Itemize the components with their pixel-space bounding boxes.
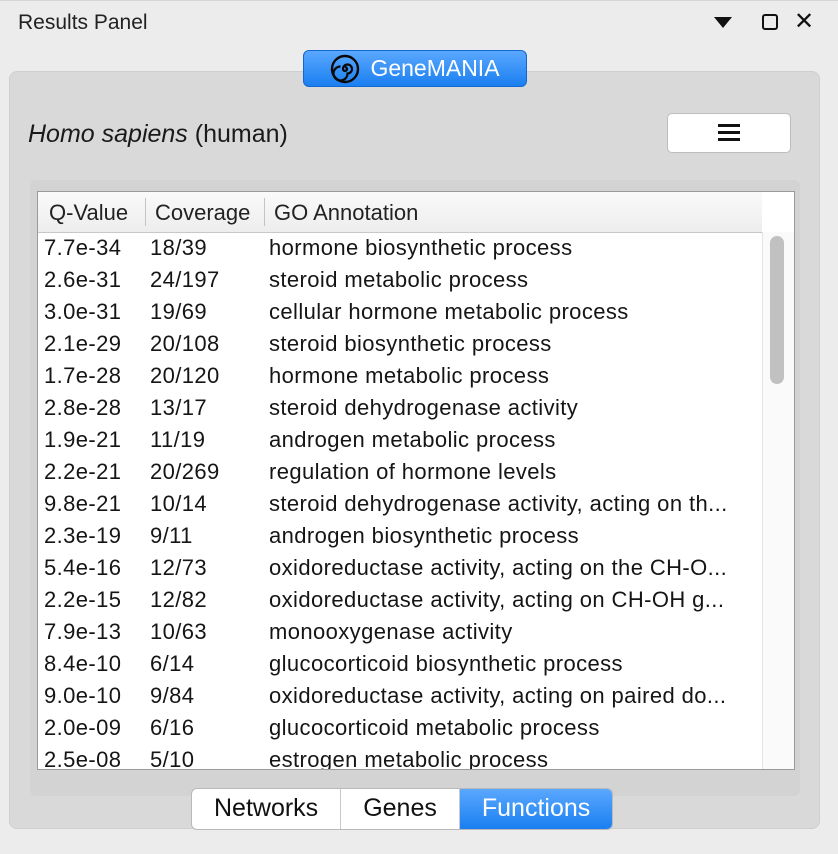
tab-functions[interactable]: Functions	[459, 789, 613, 829]
float-window-icon[interactable]	[762, 14, 778, 30]
coverage-cell: 20/120	[150, 363, 220, 388]
go-annotation-cell: androgen metabolic process	[269, 427, 556, 452]
app-name: GeneMANIA	[370, 55, 500, 81]
column-divider	[264, 198, 265, 226]
column-divider	[145, 198, 146, 226]
table-row[interactable]: 2.0e-09 6/16 glucocorticoid metabolic proc…	[38, 712, 762, 744]
coverage-cell: 5/10	[150, 747, 195, 770]
table-row[interactable]: 2.3e-19 9/11 androgen biosynthetic process	[38, 520, 762, 552]
table-row[interactable]: 2.1e-29 20/108 steroid biosynthetic proces…	[38, 328, 762, 360]
q-value-cell: 2.8e-28	[44, 395, 122, 420]
table-row[interactable]: 9.0e-10 9/84 oxidoreductase activity, acti…	[38, 680, 762, 712]
close-icon[interactable]: ✕	[794, 10, 814, 34]
table-row[interactable]: 7.7e-34 18/39 hormone biosynthetic process	[38, 232, 762, 264]
table-row[interactable]: 1.7e-28 20/120 hormone metabolic process	[38, 360, 762, 392]
go-annotation-cell: steroid biosynthetic process	[269, 331, 552, 356]
q-value-cell: 3.0e-31	[44, 299, 122, 324]
coverage-cell: 6/14	[150, 651, 195, 676]
table-row[interactable]: 9.8e-21 10/14 steroid dehydrogenase activi…	[38, 488, 762, 520]
go-annotation-cell: steroid metabolic process	[269, 267, 529, 292]
q-value-cell: 7.7e-34	[44, 235, 122, 260]
hamburger-menu-icon	[718, 124, 740, 142]
q-value-cell: 9.0e-10	[44, 683, 122, 708]
options-menu-button[interactable]	[667, 113, 791, 153]
go-annotation-cell: cellular hormone metabolic process	[269, 299, 629, 324]
q-value-cell: 2.3e-19	[44, 523, 122, 548]
go-annotation-cell: oxidoreductase activity, acting on the C…	[269, 555, 728, 580]
coverage-cell: 12/73	[150, 555, 208, 580]
tab-networks[interactable]: Networks	[192, 789, 342, 829]
go-annotation-cell: hormone metabolic process	[269, 363, 550, 388]
coverage-cell: 12/82	[150, 587, 208, 612]
q-value-cell: 2.0e-09	[44, 715, 122, 740]
coverage-cell: 10/14	[150, 491, 208, 516]
table-row[interactable]: 2.8e-28 13/17 steroid dehydrogenase activi…	[38, 392, 762, 424]
table-row[interactable]: 3.0e-31 19/69 cellular hormone metabolic p…	[38, 296, 762, 328]
genemania-spiral-icon	[331, 54, 360, 83]
go-results-table: Q-Value Coverage GO Annotation 7.7e-34 18…	[37, 191, 795, 770]
organism-scientific-name: Homo sapiens	[28, 120, 188, 148]
q-value-cell: 1.9e-21	[44, 427, 122, 452]
table-header: Q-Value Coverage GO Annotation	[38, 192, 762, 233]
q-value-cell: 2.2e-21	[44, 459, 122, 484]
q-value-cell: 2.5e-08	[44, 747, 122, 770]
go-annotation-cell: regulation of hormone levels	[269, 459, 557, 484]
column-header-q-value[interactable]: Q-Value	[49, 200, 128, 226]
table-row[interactable]: 2.5e-08 5/10 estrogen metabolic process	[38, 744, 762, 770]
coverage-cell: 6/16	[150, 715, 195, 740]
column-header-go-annotation[interactable]: GO Annotation	[274, 200, 418, 226]
coverage-cell: 20/269	[150, 459, 220, 484]
go-annotation-cell: steroid dehydrogenase activity	[269, 395, 579, 420]
coverage-cell: 18/39	[150, 235, 208, 260]
coverage-cell: 9/11	[150, 523, 193, 548]
genemania-badge: GeneMANIA	[303, 50, 527, 87]
result-tabs: Networks Genes Functions	[191, 788, 614, 830]
q-value-cell: 2.6e-31	[44, 267, 122, 292]
go-annotation-cell: oxidoreductase activity, acting on CH-OH…	[269, 587, 725, 612]
organism-label: Homo sapiens (human)	[28, 120, 288, 149]
table-row[interactable]: 2.6e-31 24/197 steroid metabolic process	[38, 264, 762, 296]
results-panel-titlebar: Results Panel ✕	[0, 0, 838, 45]
coverage-cell: 11/19	[150, 427, 206, 452]
q-value-cell: 2.2e-15	[44, 587, 122, 612]
panel-menu-dropdown-icon[interactable]	[714, 17, 732, 28]
q-value-cell: 2.1e-29	[44, 331, 122, 356]
table-row[interactable]: 1.9e-21 11/19 androgen metabolic process	[38, 424, 762, 456]
table-row[interactable]: 5.4e-16 12/73 oxidoreductase activity, act…	[38, 552, 762, 584]
go-annotation-cell: glucocorticoid biosynthetic process	[269, 651, 623, 676]
q-value-cell: 7.9e-13	[44, 619, 122, 644]
q-value-cell: 9.8e-21	[44, 491, 122, 516]
table-row[interactable]: 8.4e-10 6/14 glucocorticoid biosynthetic p…	[38, 648, 762, 680]
coverage-cell: 13/17	[150, 395, 208, 420]
go-annotation-cell: hormone biosynthetic process	[269, 235, 573, 260]
go-annotation-cell: oxidoreductase activity, acting on paire…	[269, 683, 727, 708]
organism-common-name: (human)	[194, 120, 288, 148]
go-annotation-cell: steroid dehydrogenase activity, acting o…	[269, 491, 728, 516]
coverage-cell: 10/63	[150, 619, 208, 644]
coverage-cell: 24/197	[150, 267, 220, 292]
go-annotation-cell: androgen biosynthetic process	[269, 523, 580, 548]
table-row[interactable]: 2.2e-15 12/82 oxidoreductase activity, act…	[38, 584, 762, 616]
table-row[interactable]: 2.2e-21 20/269 regulation of hormone level…	[38, 456, 762, 488]
q-value-cell: 8.4e-10	[44, 651, 122, 676]
table-row[interactable]: 7.9e-13 10/63 monooxygenase activity	[38, 616, 762, 648]
q-value-cell: 1.7e-28	[44, 363, 122, 388]
coverage-cell: 9/84	[150, 683, 195, 708]
go-annotation-cell: estrogen metabolic process	[269, 747, 549, 770]
go-annotation-cell: monooxygenase activity	[269, 619, 513, 644]
go-annotation-cell: glucocorticoid metabolic process	[269, 715, 600, 740]
table-body: 7.7e-34 18/39 hormone biosynthetic process…	[38, 232, 762, 770]
panel-title: Results Panel	[18, 11, 148, 34]
q-value-cell: 5.4e-16	[44, 555, 122, 580]
column-header-coverage[interactable]: Coverage	[155, 200, 250, 226]
scrollbar-thumb[interactable]	[770, 236, 784, 384]
coverage-cell: 20/108	[150, 331, 220, 356]
coverage-cell: 19/69	[150, 299, 208, 324]
tab-genes[interactable]: Genes	[341, 789, 460, 829]
